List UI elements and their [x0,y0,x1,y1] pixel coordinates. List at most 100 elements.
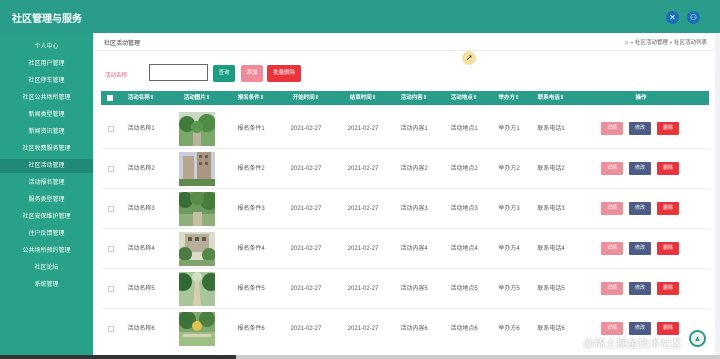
activity-organizer: 举办方4 [498,246,520,252]
edit-button[interactable]: 修改 [629,122,651,135]
activity-location: 活动地点2 [450,166,478,172]
detail-button[interactable]: 详情 [601,122,623,135]
delete-button[interactable]: 删除 [657,322,679,335]
row-checkbox[interactable] [108,206,114,212]
scroll-top-icon[interactable]: ▲ [689,330,706,347]
column-header-actions: 操作 [635,95,647,101]
breadcrumb-path[interactable]: » 社区活动管理 » 社区活动列表 [630,40,707,46]
detail-button[interactable]: 详情 [601,242,623,255]
activity-organizer: 举办方5 [498,286,520,292]
detail-button[interactable]: 详情 [601,282,623,295]
column-header-location[interactable]: 活动地点⇕ [444,91,484,105]
edit-button[interactable]: 修改 [629,162,651,175]
sidebar-item-feedback[interactable]: 住户反馈管理 [0,227,93,241]
activity-end: 2021-02-27 [347,246,379,252]
sidebar: 个人中心 社区用户管理 社区停车管理 社区公共场所管理 新闻类型管理 新闻资讯管… [0,33,93,359]
activity-location: 活动地点3 [450,206,478,212]
activity-image [179,192,215,226]
edit-button[interactable]: 修改 [629,322,651,335]
column-header-image[interactable]: 活动图片⇕ [175,91,219,105]
delete-button[interactable]: 删除 [657,282,679,295]
sidebar-item-profile[interactable]: 个人中心 [0,40,93,54]
sidebar-item-forum[interactable]: 社区论坛 [0,261,93,275]
activity-start: 2021-02-27 [290,166,322,172]
delete-button[interactable]: 删除 [657,242,679,255]
sidebar-item-fee-services[interactable]: 社区收费服务管理 [0,142,93,156]
column-header-end[interactable]: 结束时间⇕ [341,91,385,105]
search-button[interactable]: 查询 [213,65,235,82]
activity-condition: 报名条件6 [237,326,265,332]
edit-button[interactable]: 修改 [629,282,651,295]
activity-phone: 联系电话2 [537,166,565,172]
activity-location: 活动地点1 [450,126,478,132]
column-header-name[interactable]: 活动名称⇕ [121,91,161,105]
activity-condition: 报名条件1 [237,126,265,132]
column-header-organizer[interactable]: 举办方⇕ [494,91,524,105]
activity-phone: 联系电话5 [537,286,565,292]
sidebar-item-registrations[interactable]: 活动报名管理 [0,176,93,190]
page-title: 社区活动管理 [104,41,141,47]
delete-button[interactable]: 删除 [657,162,679,175]
activity-location: 活动地点4 [450,246,478,252]
search-label: 活动名称 [105,73,128,79]
activity-content: 活动内容6 [400,326,428,332]
add-button[interactable]: 添加 [241,65,263,82]
activity-end: 2021-02-27 [347,326,379,332]
batch-delete-button[interactable]: 批量删除 [267,65,301,82]
sidebar-item-reservations[interactable]: 公共场所预约管理 [0,244,93,258]
table-header: 活动名称⇕ 活动图片⇕ 报名条件⇕ 开始时间⇕ 结束时间⇕ 活动内容⇕ 活动地点… [101,91,709,105]
activity-phone: 联系电话4 [537,246,565,252]
activity-phone: 联系电话6 [537,326,565,332]
sidebar-item-news[interactable]: 新闻资讯管理 [0,125,93,139]
activity-name: 活动名称3 [127,206,155,212]
activity-start: 2021-02-27 [290,206,322,212]
activity-end: 2021-02-27 [347,166,379,172]
sidebar-item-news-types[interactable]: 新闻类型管理 [0,108,93,122]
row-checkbox[interactable] [108,286,114,292]
sidebar-item-users[interactable]: 社区用户管理 [0,57,93,71]
divider [95,50,715,51]
activity-name-input[interactable] [149,64,208,81]
activity-start: 2021-02-27 [290,126,322,132]
edit-button[interactable]: 修改 [629,242,651,255]
activity-image [179,232,215,266]
row-checkbox[interactable] [108,246,114,252]
table-row: 活动名称1 报名条件1 2021-02-27 2021-02-27 活动内容1 … [101,109,709,149]
row-checkbox[interactable] [108,326,114,332]
expand-icon[interactable]: ✕ [666,11,679,24]
user-icon[interactable]: ⚇ [687,11,700,24]
detail-button[interactable]: 详情 [601,202,623,215]
sidebar-item-security[interactable]: 社区安保维护管理 [0,210,93,224]
activity-content: 活动内容5 [400,286,428,292]
activity-start: 2021-02-27 [290,246,322,252]
activity-image [179,272,215,306]
breadcrumb: ⌂» 社区活动管理 » 社区活动列表 [625,38,707,46]
sidebar-item-service-types[interactable]: 服务类型管理 [0,193,93,207]
delete-button[interactable]: 删除 [657,122,679,135]
activity-content: 活动内容2 [400,166,428,172]
column-header-phone[interactable]: 联系电话⇕ [531,91,571,105]
activity-start: 2021-02-27 [290,286,322,292]
detail-button[interactable]: 详情 [601,162,623,175]
activity-image [179,112,215,146]
delete-button[interactable]: 删除 [657,202,679,215]
sidebar-item-public-places[interactable]: 社区公共场所管理 [0,91,93,105]
row-checkbox[interactable] [108,166,114,172]
column-header-start[interactable]: 开始时间⇕ [284,91,328,105]
home-icon[interactable]: ⌂ [625,40,629,46]
activity-start: 2021-02-27 [290,326,322,332]
row-checkbox[interactable] [108,126,114,132]
edit-button[interactable]: 修改 [629,202,651,215]
activity-name: 活动名称2 [127,166,155,172]
cursor-arrow-icon: ➚ [466,53,473,62]
column-header-content[interactable]: 活动内容⇕ [394,91,434,105]
top-bar: 社区管理与服务 ✕ ⚇ [0,0,720,33]
detail-button[interactable]: 详情 [601,322,623,335]
table-row: 活动名称4 报名条件4 2021-02-27 2021-02-27 活动内容4 … [101,229,709,269]
column-header-condition[interactable]: 报名条件⇕ [231,91,271,105]
sidebar-item-activities[interactable]: 社区活动管理 [0,159,93,173]
select-all-checkbox[interactable] [107,95,113,101]
sidebar-item-system[interactable]: 系统管理 [0,278,93,292]
sidebar-item-parking[interactable]: 社区停车管理 [0,74,93,88]
activity-end: 2021-02-27 [347,126,379,132]
